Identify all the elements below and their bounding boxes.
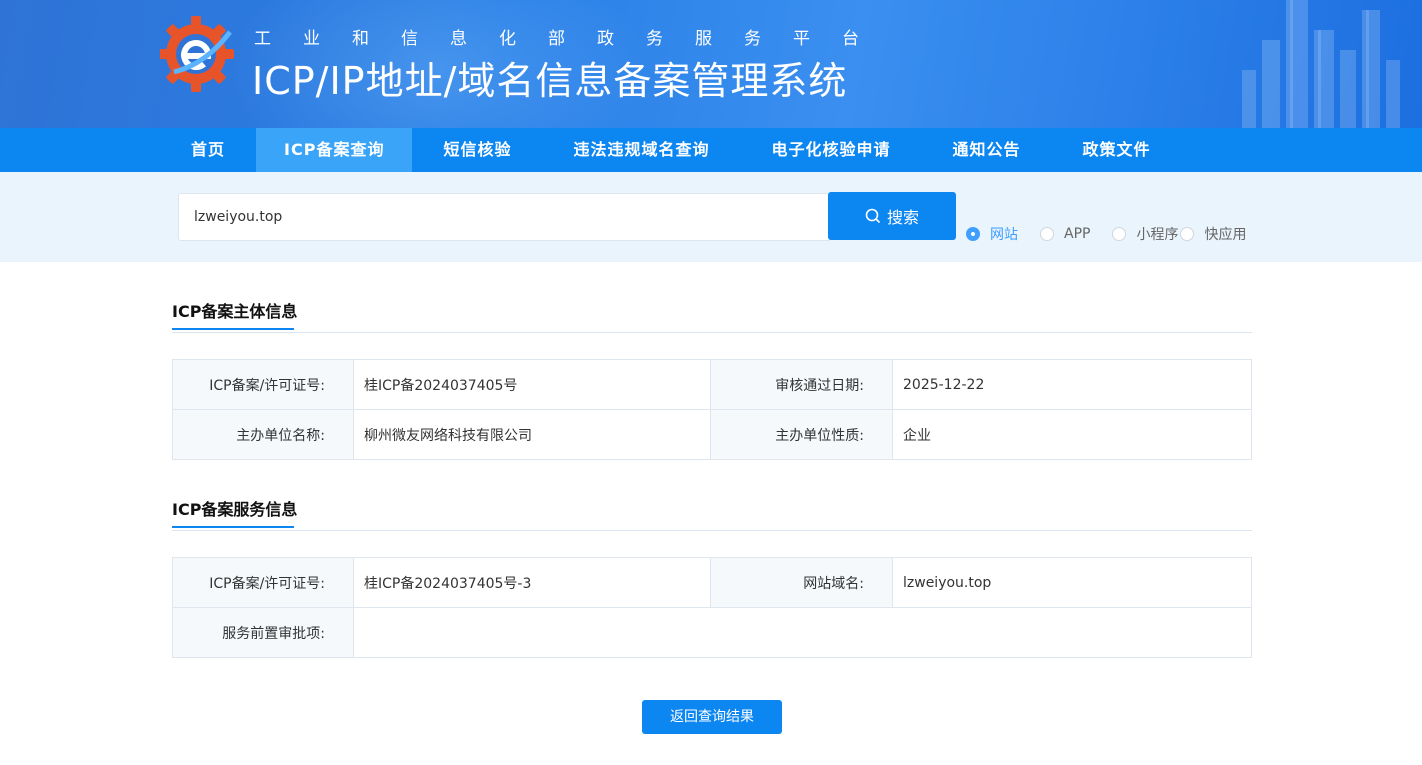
table-row: 主办单位名称: 柳州微友网络科技有限公司 主办单位性质: 企业	[172, 409, 1252, 460]
gear-e-logo-icon	[160, 16, 234, 92]
service-license-value: 桂ICP备2024037405号-3	[353, 557, 711, 608]
search-button[interactable]: 搜索	[828, 192, 956, 240]
license-value: 桂ICP备2024037405号	[353, 359, 711, 410]
section-divider	[172, 332, 1252, 333]
approve-date-label: 审核通过日期:	[710, 359, 893, 410]
main-nav: 首页 ICP备案查询 短信核验 违法违规域名查询 电子化核验申请 通知公告 政策…	[0, 128, 1422, 172]
subject-info-title: ICP备案主体信息	[172, 298, 298, 330]
search-input[interactable]	[179, 194, 829, 240]
service-license-label: ICP备案/许可证号:	[172, 557, 354, 608]
domain-label: 网站域名:	[710, 557, 893, 608]
approve-date-value: 2025-12-22	[892, 359, 1252, 410]
org-name-value: 柳州微友网络科技有限公司	[353, 409, 711, 460]
org-type-value: 企业	[892, 409, 1252, 460]
radio-quick-app-label: 快应用	[1204, 227, 1247, 243]
nav-item-policy-docs[interactable]: 政策文件	[1052, 128, 1182, 172]
nav-item-sms-verify[interactable]: 短信核验	[412, 128, 542, 172]
radio-dot	[966, 227, 980, 241]
radio-quick-app[interactable]: 快应用	[1180, 224, 1246, 244]
title-underline	[172, 526, 294, 528]
license-label: ICP备案/许可证号:	[172, 359, 354, 410]
radio-mini-program[interactable]: 小程序	[1112, 224, 1178, 244]
nav-item-home[interactable]: 首页	[160, 128, 256, 172]
domain-value: lzweiyou.top	[892, 557, 1252, 608]
platform-subtitle: 工业和信息化部政务服务平台	[254, 29, 891, 49]
title-underline	[172, 328, 294, 330]
radio-dot	[1180, 227, 1195, 241]
org-name-label: 主办单位名称:	[172, 409, 354, 460]
radio-website[interactable]: 网站	[966, 224, 1018, 244]
table-row: 服务前置审批项:	[172, 607, 1252, 658]
org-type-label: 主办单位性质:	[710, 409, 893, 460]
nav-item-illegal-domain-query[interactable]: 违法违规域名查询	[542, 128, 740, 172]
search-area: 搜索 网站 APP 小程序 快应用	[0, 172, 1422, 262]
approval-items-label: 服务前置审批项:	[172, 607, 354, 658]
search-button-label: 搜索	[886, 208, 919, 227]
subject-info-table: ICP备案/许可证号: 桂ICP备2024037405号 审核通过日期: 202…	[172, 359, 1252, 460]
search-box	[178, 193, 830, 241]
table-row: ICP备案/许可证号: 桂ICP备2024037405号-3 网站域名: lzw…	[172, 557, 1252, 608]
service-info-table: ICP备案/许可证号: 桂ICP备2024037405号-3 网站域名: lzw…	[172, 557, 1252, 658]
nav-item-notices[interactable]: 通知公告	[922, 128, 1052, 172]
table-row: ICP备案/许可证号: 桂ICP备2024037405号 审核通过日期: 202…	[172, 359, 1252, 410]
nav-item-icp-query[interactable]: ICP备案查询	[256, 128, 413, 172]
radio-website-label: 网站	[990, 227, 1018, 243]
search-icon	[865, 208, 881, 224]
header-banner: 工业和信息化部政务服务平台 ICP/IP地址/域名信息备案管理系统	[0, 0, 1422, 128]
city-skyline-decoration	[1242, 0, 1400, 128]
service-info-title-text: ICP备案服务信息	[172, 500, 298, 519]
back-to-results-button[interactable]: 返回查询结果	[642, 700, 782, 734]
radio-app-label: APP	[1064, 226, 1091, 242]
nav-item-e-verify-apply[interactable]: 电子化核验申请	[740, 128, 921, 172]
section-divider	[172, 530, 1252, 531]
system-title: ICP/IP地址/域名信息备案管理系统	[252, 59, 848, 103]
search-type-radio-group: 网站 APP 小程序 快应用	[966, 224, 1254, 244]
radio-dot	[1112, 227, 1127, 241]
service-info-title: ICP备案服务信息	[172, 496, 298, 528]
radio-dot	[1040, 227, 1054, 241]
radio-app[interactable]: APP	[1040, 226, 1090, 242]
radio-mini-program-label: 小程序	[1136, 227, 1179, 243]
subject-info-title-text: ICP备案主体信息	[172, 302, 298, 321]
approval-items-value	[353, 607, 1252, 658]
